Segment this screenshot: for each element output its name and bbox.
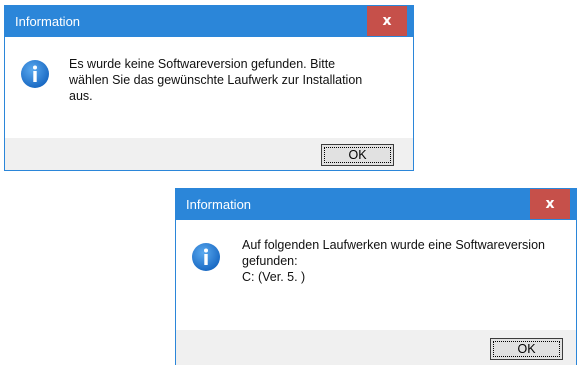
dialog-title: Information (15, 14, 81, 29)
info-icon (192, 243, 220, 271)
titlebar[interactable]: Information x (176, 189, 576, 220)
ok-button[interactable]: OK (321, 144, 394, 166)
close-button[interactable]: x (367, 6, 407, 36)
dialog-title: Information (186, 197, 252, 212)
dialog-content: Auf folgenden Laufwerken wurde eine Soft… (176, 220, 576, 330)
dialog-message: Es wurde keine Softwareversion gefunden.… (69, 57, 363, 103)
info-icon (21, 60, 49, 88)
dialog-message: Auf folgenden Laufwerken wurde eine Soft… (242, 238, 545, 284)
dialog-footer: OK (176, 330, 576, 365)
dialog-footer: OK (5, 138, 413, 170)
dialog-content: Es wurde keine Softwareversion gefunden.… (5, 37, 413, 138)
ok-button[interactable]: OK (490, 338, 563, 360)
information-dialog-no-version: Information x Es wurde keine Softwarever… (4, 5, 414, 171)
close-button[interactable]: x (530, 189, 570, 219)
information-dialog-version-found: Information x Auf folgenden Laufwerken w… (175, 188, 577, 365)
titlebar[interactable]: Information x (5, 6, 413, 37)
